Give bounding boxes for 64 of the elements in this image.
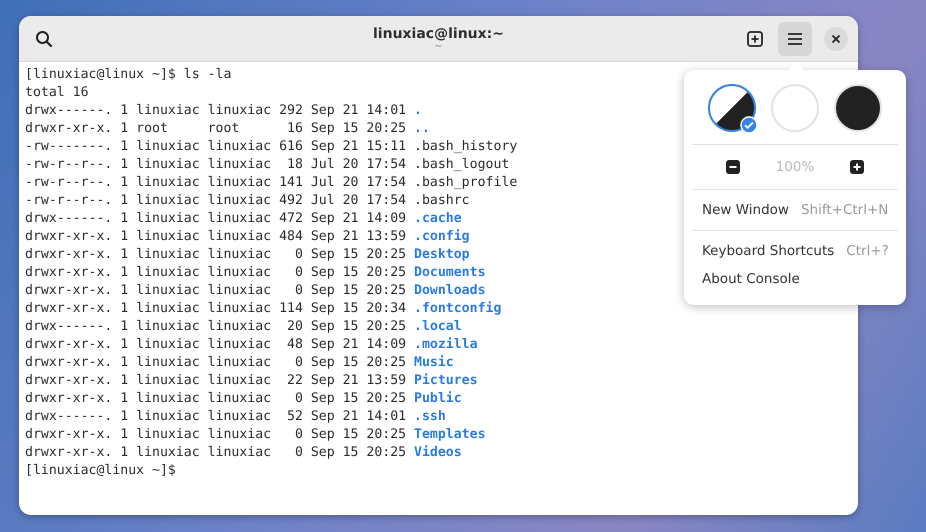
file-details: drwxr-xr-x. 1 linuxiac linuxiac 0 Sep 15 20:25 — [25, 282, 408, 300]
file-details: drwxr-xr-x. 1 linuxiac linuxiac 0 Sep 15 20:25 — [25, 264, 408, 282]
directory-name: .. — [414, 120, 430, 138]
dark-style-option[interactable] — [834, 84, 882, 132]
file-details: -rw-------. 1 linuxiac linuxiac 616 Sep 21 15:11 — [25, 138, 408, 156]
directory-name: .local — [414, 318, 462, 336]
file-details: drwxr-xr-x. 1 linuxiac linuxiac 0 Sep 15 20:25 — [25, 426, 408, 444]
file-details: drwxr-xr-x. 1 linuxiac linuxiac 0 Sep 15 20:25 — [25, 246, 408, 264]
directory-name: Templates — [414, 426, 486, 444]
file-details: drwxr-xr-x. 1 linuxiac linuxiac 22 Sep 21 13:59 — [25, 372, 408, 390]
directory-name: .fontconfig — [414, 300, 502, 318]
terminal-line: [linuxiac@linux ~]$ ls -la — [25, 66, 232, 84]
directory-name: Pictures — [414, 372, 478, 390]
directory-name: Desktop — [414, 246, 470, 264]
file-details: drwx------. 1 linuxiac linuxiac 472 Sep 21 14:09 — [25, 210, 408, 228]
shortcut-label: Shift+Ctrl+N — [800, 202, 888, 218]
menu-button[interactable] — [778, 22, 812, 56]
directory-name: . — [414, 102, 422, 120]
terminal-line: [linuxiac@linux ~]$ — [25, 462, 176, 480]
zoom-level: 100% — [776, 159, 814, 175]
directory-name: Downloads — [414, 282, 486, 300]
plus-icon — [850, 160, 864, 174]
file-details: drwx------. 1 linuxiac linuxiac 52 Sep 21 14:01 — [25, 408, 408, 426]
file-details: drwx------. 1 linuxiac linuxiac 292 Sep 21 14:01 — [25, 102, 408, 120]
file-name: .bashrc — [414, 192, 470, 210]
file-details: drwx------. 1 linuxiac linuxiac 20 Sep 15 20:25 — [25, 318, 408, 336]
zoom-in-button[interactable] — [850, 160, 864, 174]
window-title: linuxiac@linux:~ — [373, 26, 504, 42]
menu-item[interactable]: About Console — [700, 265, 890, 293]
directory-name: .config — [414, 228, 470, 246]
file-name: .bash_logout — [414, 156, 510, 174]
file-details: drwxr-xr-x. 1 linuxiac linuxiac 0 Sep 15 20:25 — [25, 354, 408, 372]
file-details: drwxr-xr-x. 1 linuxiac linuxiac 0 Sep 15 20:25 — [25, 444, 408, 462]
directory-name: Public — [414, 390, 462, 408]
file-details: drwxr-xr-x. 1 root root 16 Sep 15 20:25 — [25, 120, 408, 138]
window-subtitle: ~ — [434, 42, 443, 52]
directory-name: .cache — [414, 210, 462, 228]
file-name: .bash_profile — [414, 174, 518, 192]
system-style-option[interactable] — [708, 84, 756, 132]
directory-name: .mozilla — [414, 336, 478, 354]
file-details: drwxr-xr-x. 1 linuxiac linuxiac 48 Sep 21 14:09 — [25, 336, 408, 354]
search-icon — [35, 30, 53, 48]
file-details: drwxr-xr-x. 1 linuxiac linuxiac 114 Sep 15 20:34 — [25, 300, 408, 318]
checkmark-icon — [740, 116, 758, 134]
directory-name: Music — [414, 354, 454, 372]
menu-item[interactable]: New Window Shift+Ctrl+N — [700, 196, 890, 224]
menu-icon — [787, 32, 803, 46]
directory-name: Documents — [414, 264, 486, 282]
file-details: drwxr-xr-x. 1 linuxiac linuxiac 484 Sep 21 13:59 — [25, 228, 408, 246]
menu-item[interactable]: Keyboard Shortcuts Ctrl+? — [700, 237, 890, 265]
plus-square-icon — [747, 30, 763, 46]
terminal-line: total 16 — [25, 84, 89, 102]
directory-name: .ssh — [414, 408, 446, 426]
shortcut-label: Ctrl+? — [846, 243, 889, 259]
directory-name: Videos — [414, 444, 462, 462]
close-button[interactable] — [824, 26, 848, 50]
file-details: -rw-r--r--. 1 linuxiac linuxiac 141 Jul 20 17:54 — [25, 174, 408, 192]
file-details: -rw-r--r--. 1 linuxiac linuxiac 492 Jul 20 17:54 — [25, 192, 408, 210]
file-details: drwxr-xr-x. 1 linuxiac linuxiac 0 Sep 15 20:25 — [25, 390, 408, 408]
file-details: -rw-r--r--. 1 linuxiac linuxiac 18 Jul 20 17:54 — [25, 156, 408, 174]
minus-icon — [726, 160, 740, 174]
file-name: .bash_history — [414, 138, 518, 156]
close-icon — [831, 34, 841, 44]
zoom-out-button[interactable] — [726, 160, 740, 174]
